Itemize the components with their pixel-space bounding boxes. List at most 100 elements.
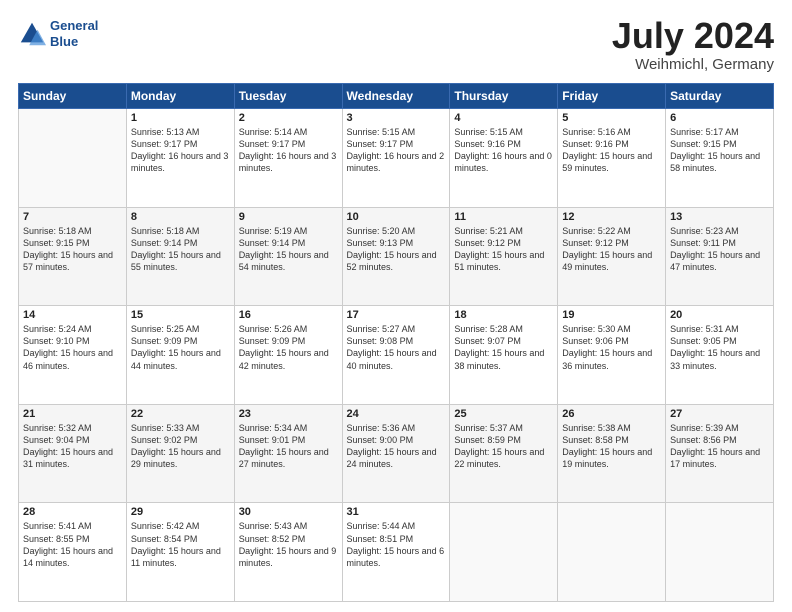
- calendar-day-cell: 6 Sunrise: 5:17 AMSunset: 9:15 PMDaylight…: [666, 109, 774, 208]
- logo-text: General Blue: [50, 18, 98, 49]
- calendar-day-cell: 3 Sunrise: 5:15 AMSunset: 9:17 PMDaylight…: [342, 109, 450, 208]
- logo-line1: General: [50, 18, 98, 34]
- day-number: 4: [454, 112, 553, 124]
- day-number: 10: [347, 211, 446, 223]
- day-number: 25: [454, 408, 553, 420]
- day-info: Sunrise: 5:33 AMSunset: 9:02 PMDaylight:…: [131, 422, 230, 471]
- day-info: Sunrise: 5:26 AMSunset: 9:09 PMDaylight:…: [239, 323, 338, 372]
- day-number: 23: [239, 408, 338, 420]
- day-info: Sunrise: 5:17 AMSunset: 9:15 PMDaylight:…: [670, 126, 769, 175]
- day-number: 11: [454, 211, 553, 223]
- day-info: Sunrise: 5:41 AMSunset: 8:55 PMDaylight:…: [23, 520, 122, 569]
- day-number: 15: [131, 309, 230, 321]
- calendar-day-cell: 9 Sunrise: 5:19 AMSunset: 9:14 PMDaylight…: [234, 207, 342, 306]
- day-number: 3: [347, 112, 446, 124]
- calendar-day-cell: 20 Sunrise: 5:31 AMSunset: 9:05 PMDayligh…: [666, 306, 774, 405]
- calendar-header-row: SundayMondayTuesdayWednesdayThursdayFrid…: [19, 84, 774, 109]
- day-number: 5: [562, 112, 661, 124]
- day-info: Sunrise: 5:28 AMSunset: 9:07 PMDaylight:…: [454, 323, 553, 372]
- day-number: 16: [239, 309, 338, 321]
- calendar-day-cell: 19 Sunrise: 5:30 AMSunset: 9:06 PMDayligh…: [558, 306, 666, 405]
- day-number: 6: [670, 112, 769, 124]
- calendar-day-cell: [450, 503, 558, 602]
- day-info: Sunrise: 5:24 AMSunset: 9:10 PMDaylight:…: [23, 323, 122, 372]
- calendar-day-cell: 2Sunrise: 5:14 AMSunset: 9:17 PMDaylight…: [234, 109, 342, 208]
- calendar-day-cell: 31 Sunrise: 5:44 AMSunset: 8:51 PMDayligh…: [342, 503, 450, 602]
- day-info: Sunrise: 5:43 AMSunset: 8:52 PMDaylight:…: [239, 520, 338, 569]
- title-month: July 2024: [612, 18, 774, 54]
- weekday-header: Tuesday: [234, 84, 342, 109]
- day-number: 20: [670, 309, 769, 321]
- calendar-day-cell: 4 Sunrise: 5:15 AMSunset: 9:16 PMDaylight…: [450, 109, 558, 208]
- calendar-day-cell: 14Sunrise: 5:24 AMSunset: 9:10 PMDayligh…: [19, 306, 127, 405]
- day-number: 29: [131, 506, 230, 518]
- title-location: Weihmichl, Germany: [612, 56, 774, 73]
- calendar-day-cell: 23 Sunrise: 5:34 AMSunset: 9:01 PMDayligh…: [234, 404, 342, 503]
- day-info: Sunrise: 5:18 AMSunset: 9:14 PMDaylight:…: [131, 225, 230, 274]
- calendar-week-row: 21Sunrise: 5:32 AMSunset: 9:04 PMDayligh…: [19, 404, 774, 503]
- day-number: 31: [347, 506, 446, 518]
- day-info: Sunrise: 5:44 AMSunset: 8:51 PMDaylight:…: [347, 520, 446, 569]
- day-number: 24: [347, 408, 446, 420]
- calendar-table: SundayMondayTuesdayWednesdayThursdayFrid…: [18, 83, 774, 602]
- calendar-day-cell: 21Sunrise: 5:32 AMSunset: 9:04 PMDayligh…: [19, 404, 127, 503]
- weekday-header: Wednesday: [342, 84, 450, 109]
- day-info: Sunrise: 5:15 AMSunset: 9:16 PMDaylight:…: [454, 126, 553, 175]
- calendar-day-cell: 25 Sunrise: 5:37 AMSunset: 8:59 PMDayligh…: [450, 404, 558, 503]
- calendar-day-cell: [19, 109, 127, 208]
- day-info: Sunrise: 5:18 AMSunset: 9:15 PMDaylight:…: [23, 225, 122, 274]
- calendar-day-cell: 5Sunrise: 5:16 AMSunset: 9:16 PMDaylight…: [558, 109, 666, 208]
- day-info: Sunrise: 5:37 AMSunset: 8:59 PMDaylight:…: [454, 422, 553, 471]
- day-number: 19: [562, 309, 661, 321]
- day-info: Sunrise: 5:39 AMSunset: 8:56 PMDaylight:…: [670, 422, 769, 471]
- day-info: Sunrise: 5:20 AMSunset: 9:13 PMDaylight:…: [347, 225, 446, 274]
- day-info: Sunrise: 5:21 AMSunset: 9:12 PMDaylight:…: [454, 225, 553, 274]
- calendar-day-cell: 1 Sunrise: 5:13 AMSunset: 9:17 PMDaylight…: [126, 109, 234, 208]
- day-info: Sunrise: 5:34 AMSunset: 9:01 PMDaylight:…: [239, 422, 338, 471]
- day-info: Sunrise: 5:30 AMSunset: 9:06 PMDaylight:…: [562, 323, 661, 372]
- calendar-week-row: 28 Sunrise: 5:41 AMSunset: 8:55 PMDayligh…: [19, 503, 774, 602]
- day-info: Sunrise: 5:36 AMSunset: 9:00 PMDaylight:…: [347, 422, 446, 471]
- calendar-day-cell: 28 Sunrise: 5:41 AMSunset: 8:55 PMDayligh…: [19, 503, 127, 602]
- day-number: 9: [239, 211, 338, 223]
- day-number: 1: [131, 112, 230, 124]
- weekday-header: Thursday: [450, 84, 558, 109]
- logo: General Blue: [18, 18, 98, 49]
- calendar-day-cell: 15Sunrise: 5:25 AMSunset: 9:09 PMDayligh…: [126, 306, 234, 405]
- weekday-header: Friday: [558, 84, 666, 109]
- header: General Blue July 2024 Weihmichl, German…: [18, 18, 774, 73]
- weekday-header: Sunday: [19, 84, 127, 109]
- day-number: 2: [239, 112, 338, 124]
- day-info: Sunrise: 5:22 AMSunset: 9:12 PMDaylight:…: [562, 225, 661, 274]
- day-info: Sunrise: 5:19 AMSunset: 9:14 PMDaylight:…: [239, 225, 338, 274]
- day-info: Sunrise: 5:31 AMSunset: 9:05 PMDaylight:…: [670, 323, 769, 372]
- title-block: July 2024 Weihmichl, Germany: [612, 18, 774, 73]
- calendar-day-cell: 18 Sunrise: 5:28 AMSunset: 9:07 PMDayligh…: [450, 306, 558, 405]
- logo-icon: [18, 20, 46, 48]
- day-info: Sunrise: 5:15 AMSunset: 9:17 PMDaylight:…: [347, 126, 446, 175]
- calendar-day-cell: 16 Sunrise: 5:26 AMSunset: 9:09 PMDayligh…: [234, 306, 342, 405]
- day-info: Sunrise: 5:38 AMSunset: 8:58 PMDaylight:…: [562, 422, 661, 471]
- day-info: Sunrise: 5:13 AMSunset: 9:17 PMDaylight:…: [131, 126, 230, 175]
- calendar-day-cell: 17 Sunrise: 5:27 AMSunset: 9:08 PMDayligh…: [342, 306, 450, 405]
- day-info: Sunrise: 5:27 AMSunset: 9:08 PMDaylight:…: [347, 323, 446, 372]
- day-number: 30: [239, 506, 338, 518]
- calendar-day-cell: 27Sunrise: 5:39 AMSunset: 8:56 PMDayligh…: [666, 404, 774, 503]
- weekday-header: Saturday: [666, 84, 774, 109]
- day-number: 8: [131, 211, 230, 223]
- calendar-day-cell: [666, 503, 774, 602]
- calendar-day-cell: 24 Sunrise: 5:36 AMSunset: 9:00 PMDayligh…: [342, 404, 450, 503]
- calendar-week-row: 1 Sunrise: 5:13 AMSunset: 9:17 PMDaylight…: [19, 109, 774, 208]
- day-number: 26: [562, 408, 661, 420]
- day-number: 28: [23, 506, 122, 518]
- calendar-day-cell: 12 Sunrise: 5:22 AMSunset: 9:12 PMDayligh…: [558, 207, 666, 306]
- day-number: 12: [562, 211, 661, 223]
- calendar-day-cell: 29 Sunrise: 5:42 AMSunset: 8:54 PMDayligh…: [126, 503, 234, 602]
- day-number: 17: [347, 309, 446, 321]
- day-number: 21: [23, 408, 122, 420]
- calendar-day-cell: 13Sunrise: 5:23 AMSunset: 9:11 PMDayligh…: [666, 207, 774, 306]
- calendar-week-row: 7Sunrise: 5:18 AMSunset: 9:15 PMDaylight…: [19, 207, 774, 306]
- weekday-header: Monday: [126, 84, 234, 109]
- day-number: 18: [454, 309, 553, 321]
- day-info: Sunrise: 5:42 AMSunset: 8:54 PMDaylight:…: [131, 520, 230, 569]
